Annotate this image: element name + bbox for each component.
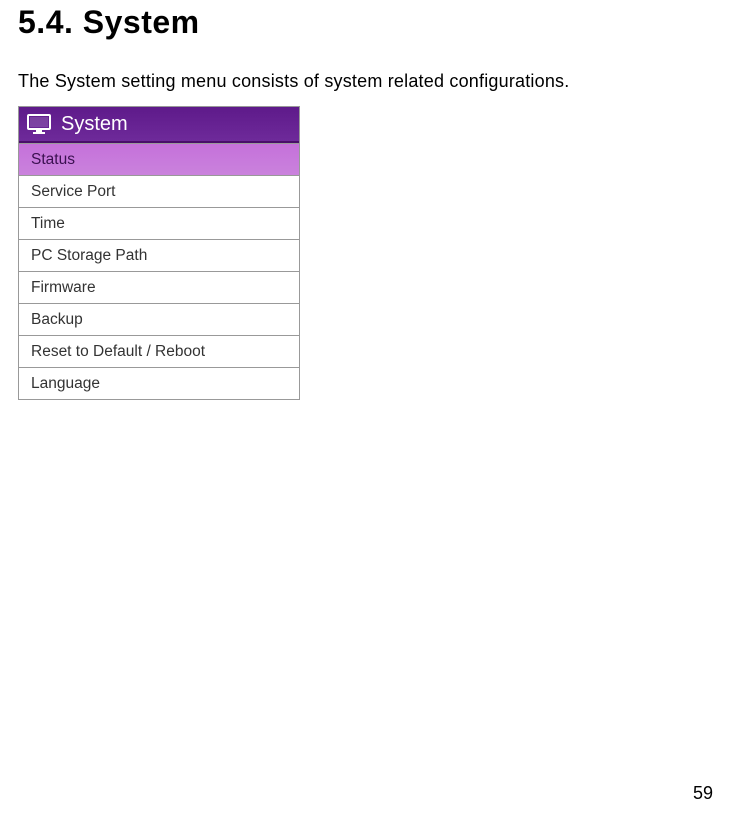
menu-item-status[interactable]: Status <box>19 143 299 175</box>
menu-item-reset-reboot[interactable]: Reset to Default / Reboot <box>19 335 299 367</box>
menu-item-pc-storage-path[interactable]: PC Storage Path <box>19 239 299 271</box>
menu-item-label: Language <box>31 375 100 393</box>
menu-item-language[interactable]: Language <box>19 367 299 399</box>
page-number: 59 <box>693 783 713 804</box>
section-heading: 5.4. System <box>18 0 719 71</box>
system-menu: System Status Service Port Time PC Stora… <box>18 106 300 400</box>
menu-item-label: Firmware <box>31 279 96 297</box>
menu-item-label: PC Storage Path <box>31 247 147 265</box>
menu-item-label: Status <box>31 151 75 169</box>
menu-item-label: Service Port <box>31 183 115 201</box>
menu-item-backup[interactable]: Backup <box>19 303 299 335</box>
monitor-icon <box>27 114 51 134</box>
menu-item-firmware[interactable]: Firmware <box>19 271 299 303</box>
menu-item-time[interactable]: Time <box>19 207 299 239</box>
menu-item-label: Time <box>31 215 65 233</box>
system-menu-title: System <box>61 113 128 136</box>
menu-item-service-port[interactable]: Service Port <box>19 175 299 207</box>
system-menu-header[interactable]: System <box>19 107 299 143</box>
menu-item-label: Reset to Default / Reboot <box>31 343 205 361</box>
section-description: The System setting menu consists of syst… <box>18 71 719 106</box>
menu-item-label: Backup <box>31 311 83 329</box>
